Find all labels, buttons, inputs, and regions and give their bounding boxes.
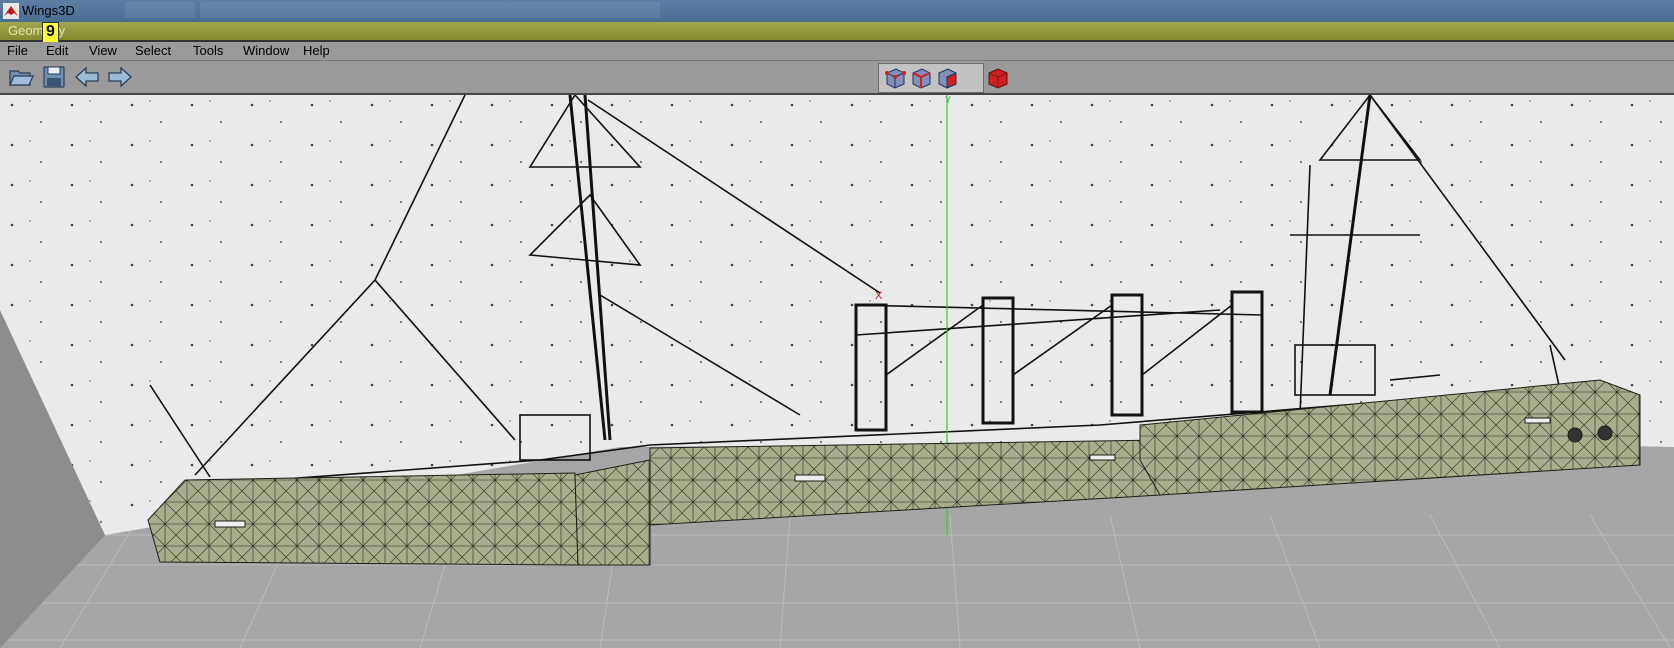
selection-mode-group (878, 63, 984, 93)
menu-edit[interactable]: Edit (46, 43, 68, 58)
save-disk-icon[interactable] (41, 64, 67, 90)
menu-file[interactable]: File (7, 43, 28, 58)
menu-select[interactable]: Select (135, 43, 171, 58)
background-tab (200, 2, 660, 18)
menu-window[interactable]: Window (243, 43, 289, 58)
edge-mode-icon[interactable] (908, 66, 934, 90)
menu-help[interactable]: Help (303, 43, 330, 58)
vertex-mode-icon[interactable] (882, 66, 908, 90)
viewport-canvas[interactable]: X Y (0, 95, 1674, 648)
undo-arrow-icon[interactable] (74, 64, 100, 90)
menu-view[interactable]: View (89, 43, 117, 58)
cursor-marker: 9 (42, 22, 59, 44)
geometry-window-header[interactable]: Geometry 9 (0, 22, 1674, 44)
window-title: Wings3D (22, 3, 75, 18)
geometry-viewport[interactable]: X Y (0, 95, 1674, 648)
wings3d-app-icon (3, 3, 19, 19)
background-tab (125, 2, 195, 18)
redo-arrow-icon[interactable] (107, 64, 133, 90)
y-axis-label: Y (945, 95, 951, 105)
menu-tools[interactable]: Tools (193, 43, 223, 58)
x-axis-label: X (875, 290, 883, 302)
menu-bar: File Edit View Select Tools Window Help (0, 42, 1674, 61)
toolbar (0, 61, 1674, 95)
window-title-bar[interactable]: Wings3D (0, 0, 1674, 22)
open-folder-icon[interactable] (8, 64, 34, 90)
body-mode-icon[interactable] (985, 66, 1011, 90)
face-mode-icon[interactable] (934, 66, 960, 90)
